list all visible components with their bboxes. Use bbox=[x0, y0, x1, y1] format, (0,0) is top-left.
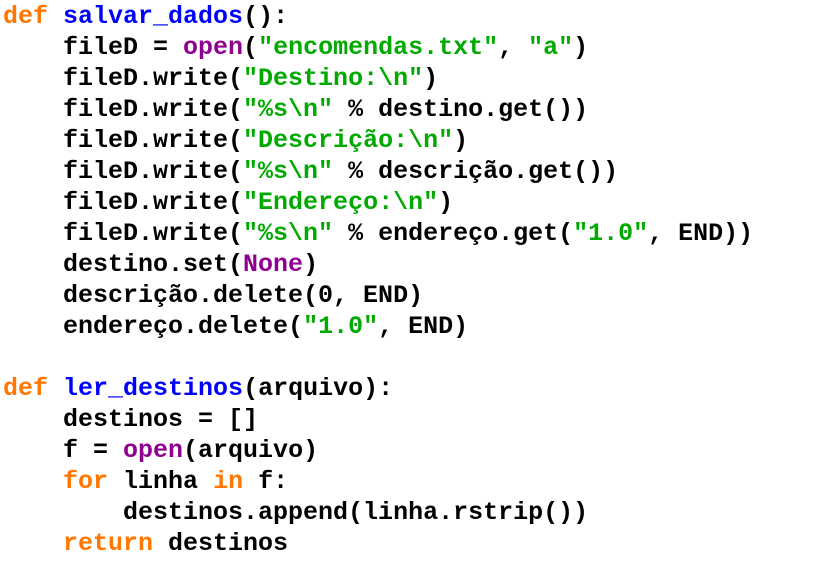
code-line: fileD = open("encomendas.txt", "a") bbox=[3, 32, 753, 63]
code-token-funcname: ler_destinos bbox=[63, 374, 244, 403]
code-token-plain: ) bbox=[573, 33, 589, 62]
code-token-plain: ) bbox=[453, 126, 469, 155]
code-token-plain: ) bbox=[438, 188, 454, 217]
code-token-plain: % endereço.get( bbox=[333, 219, 574, 248]
code-token-builtin: None bbox=[243, 250, 304, 279]
code-token-string: "1.0" bbox=[303, 312, 379, 341]
code-token-plain: fileD.write( bbox=[3, 188, 244, 217]
code-token-plain: % destino.get()) bbox=[333, 95, 589, 124]
code-token-string: "%s\n" bbox=[243, 157, 334, 186]
code-token-plain: destinos bbox=[153, 529, 289, 558]
code-line: fileD.write("%s\n" % endereço.get("1.0",… bbox=[3, 218, 753, 249]
code-token-string: "Descrição:\n" bbox=[243, 126, 454, 155]
code-line: destinos = [] bbox=[3, 404, 753, 435]
code-token-plain: linha bbox=[108, 467, 214, 496]
code-token-string: "%s\n" bbox=[243, 219, 334, 248]
code-token-plain: fileD.write( bbox=[3, 95, 244, 124]
code-token-builtin: open bbox=[183, 33, 244, 62]
code-line: fileD.write("%s\n" % descrição.get()) bbox=[3, 156, 753, 187]
code-token-plain: f: bbox=[243, 467, 289, 496]
code-token-string: "Endereço:\n" bbox=[243, 188, 439, 217]
code-token-string: "encomendas.txt" bbox=[258, 33, 499, 62]
code-editor[interactable]: def salvar_dados(): fileD = open("encome… bbox=[3, 1, 753, 559]
code-token-plain: fileD.write( bbox=[3, 157, 244, 186]
code-token-keyword: def bbox=[3, 2, 49, 31]
code-line: destinos.append(linha.rstrip()) bbox=[3, 497, 753, 528]
code-line: for linha in f: bbox=[3, 466, 753, 497]
code-line: fileD.write("Destino:\n") bbox=[3, 63, 753, 94]
code-line: fileD.write("%s\n" % destino.get()) bbox=[3, 94, 753, 125]
code-token-plain: fileD.write( bbox=[3, 219, 244, 248]
code-token-plain: , END) bbox=[378, 312, 469, 341]
code-token-builtin: open bbox=[123, 436, 184, 465]
code-line: def ler_destinos(arquivo): bbox=[3, 373, 753, 404]
code-token-plain: fileD = bbox=[3, 33, 184, 62]
code-token-plain: ( bbox=[243, 33, 259, 62]
code-token-string: "Destino:\n" bbox=[243, 64, 424, 93]
code-line: endereço.delete("1.0", END) bbox=[3, 311, 753, 342]
code-token-plain: destino.set( bbox=[3, 250, 244, 279]
code-token-plain: (): bbox=[243, 2, 289, 31]
code-token-plain: fileD.write( bbox=[3, 64, 244, 93]
code-token-keyword: in bbox=[213, 467, 244, 496]
code-line: def salvar_dados(): bbox=[3, 1, 753, 32]
code-token-plain: descrição.delete(0, END) bbox=[3, 281, 424, 310]
code-token-funcname: salvar_dados bbox=[63, 2, 244, 31]
code-token-plain: , END)) bbox=[648, 219, 754, 248]
code-token-plain: destinos = [] bbox=[3, 405, 259, 434]
code-line: descrição.delete(0, END) bbox=[3, 280, 753, 311]
code-token-string: "%s\n" bbox=[243, 95, 334, 124]
code-token-plain: f = bbox=[3, 436, 124, 465]
code-line: destino.set(None) bbox=[3, 249, 753, 280]
code-line: return destinos bbox=[3, 528, 753, 559]
code-token-keyword: def bbox=[3, 374, 49, 403]
code-token-plain: % descrição.get()) bbox=[333, 157, 619, 186]
code-token-string: "a" bbox=[528, 33, 574, 62]
code-token-plain: ) bbox=[423, 64, 439, 93]
code-token-keyword: for bbox=[63, 467, 109, 496]
code-token-plain: ) bbox=[303, 250, 319, 279]
code-token-keyword: return bbox=[63, 529, 154, 558]
code-token-plain: endereço.delete( bbox=[3, 312, 304, 341]
code-token-plain: fileD.write( bbox=[3, 126, 244, 155]
code-token-plain: destinos.append(linha.rstrip()) bbox=[3, 498, 589, 527]
code-line: fileD.write("Endereço:\n") bbox=[3, 187, 753, 218]
code-line: f = open(arquivo) bbox=[3, 435, 753, 466]
code-token-plain: , bbox=[498, 33, 529, 62]
code-line: fileD.write("Descrição:\n") bbox=[3, 125, 753, 156]
code-token-string: "1.0" bbox=[573, 219, 649, 248]
code-token-plain: (arquivo): bbox=[243, 374, 394, 403]
code-token-plain: (arquivo) bbox=[183, 436, 319, 465]
